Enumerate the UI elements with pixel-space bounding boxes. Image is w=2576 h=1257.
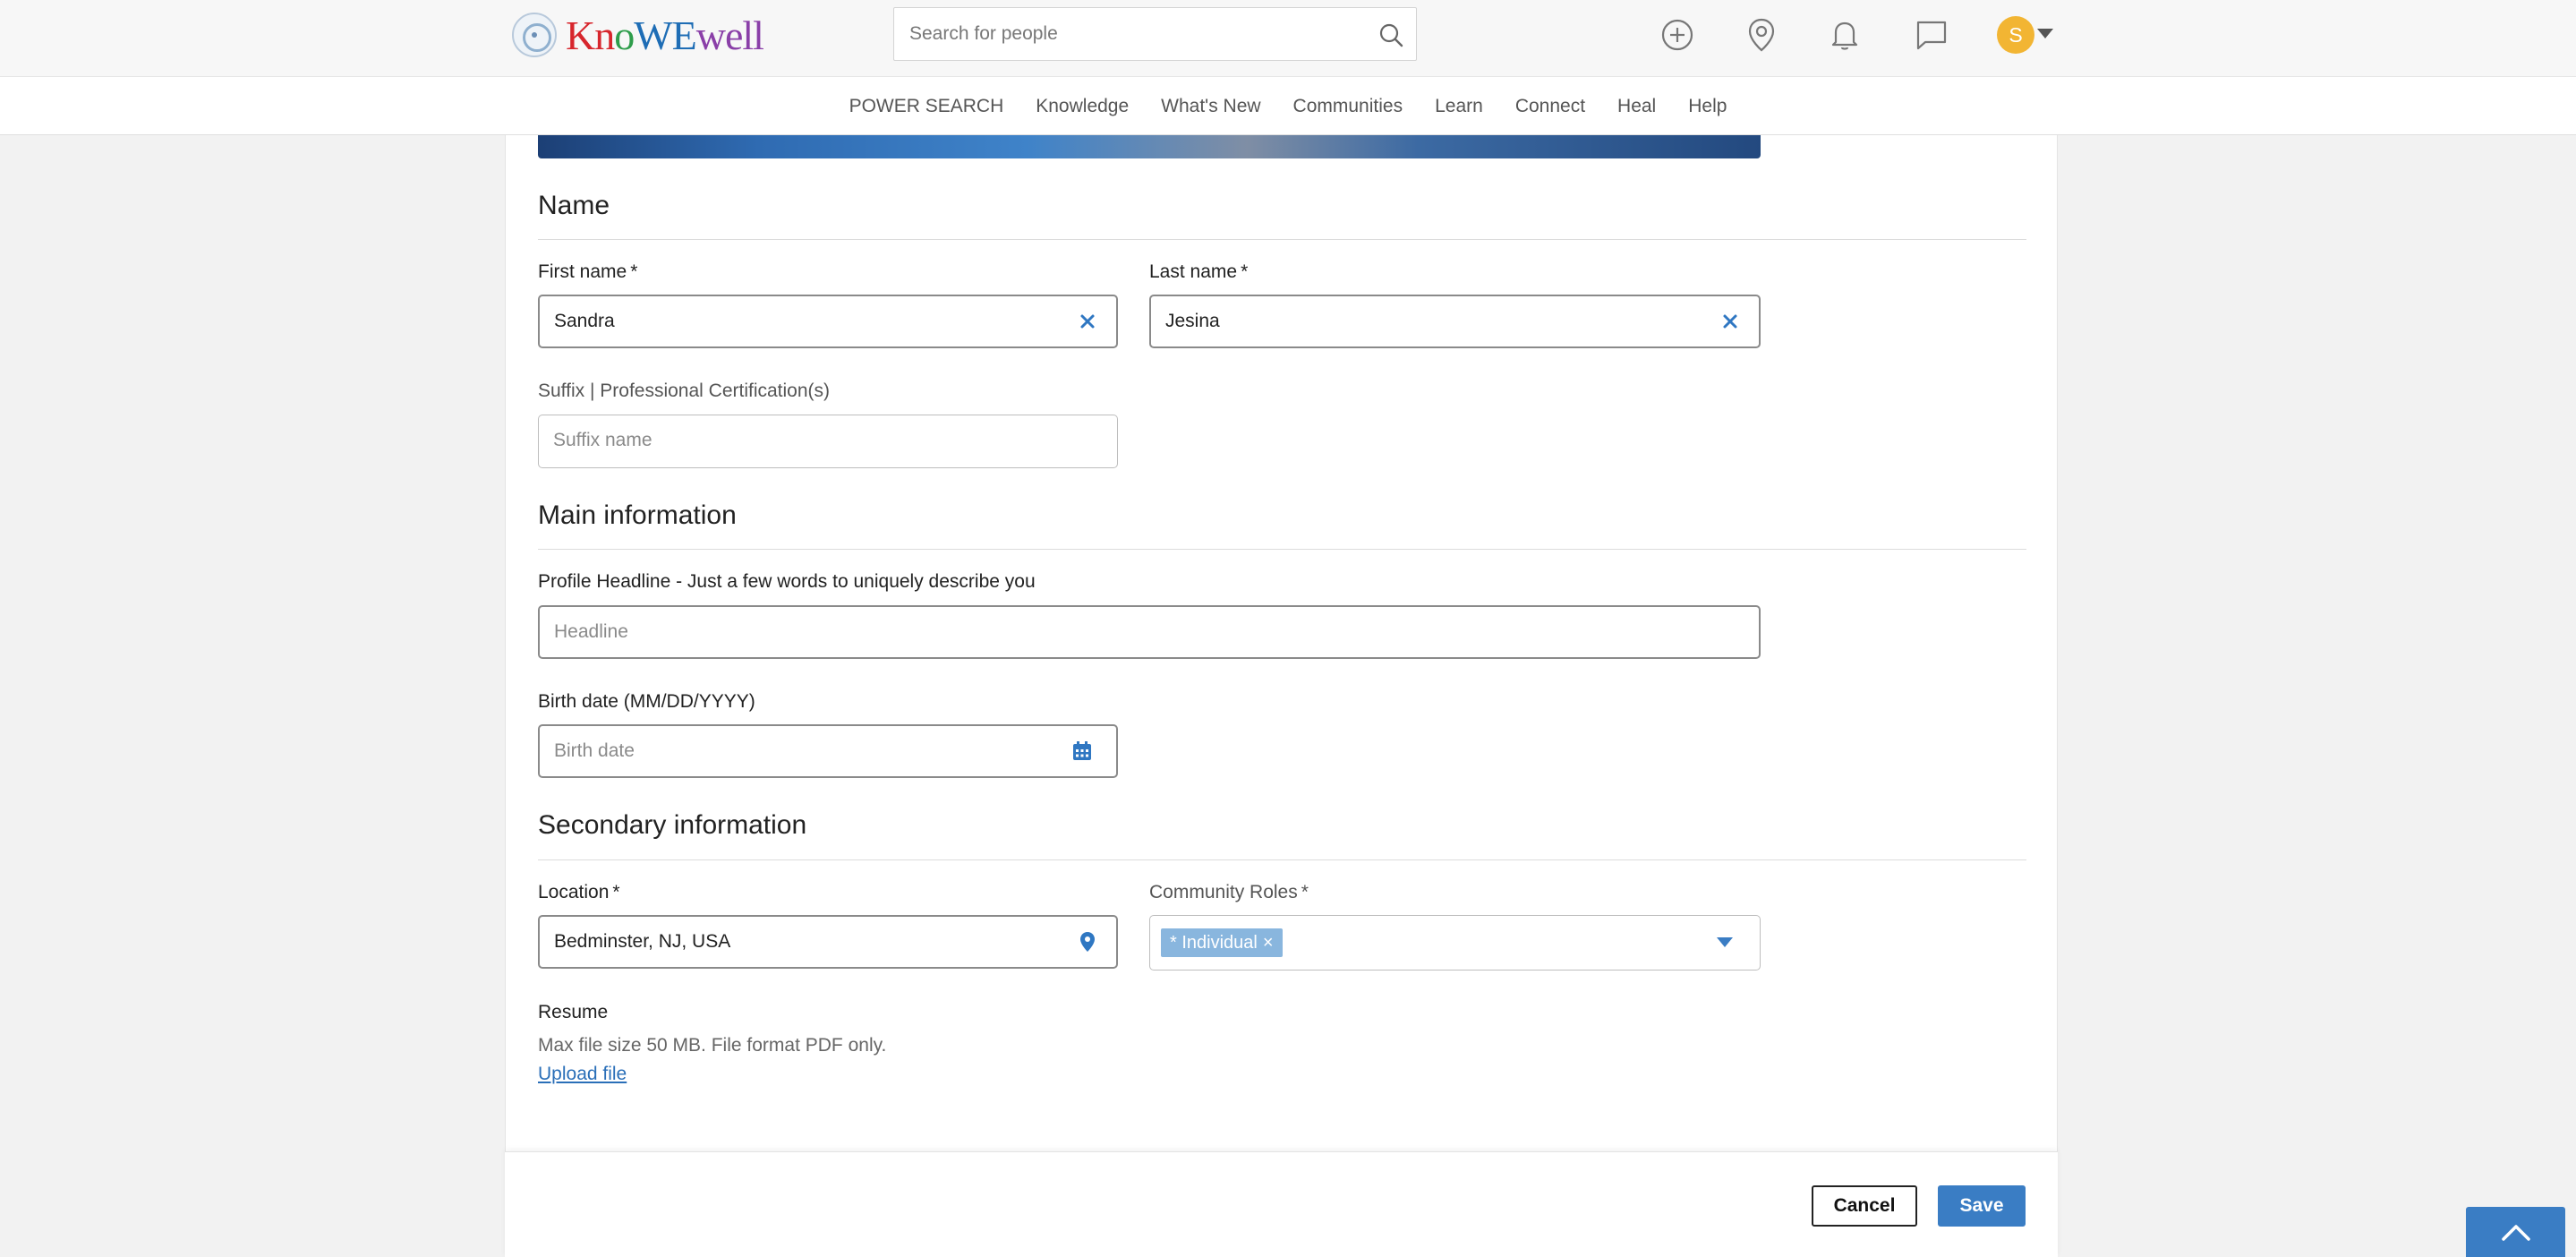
nav-learn[interactable]: Learn	[1435, 96, 1483, 117]
first-name-field	[538, 295, 1118, 348]
last-name-label: Last name *	[1149, 261, 1249, 282]
logo[interactable]: KnoWEwell	[512, 11, 764, 59]
location-pin-icon[interactable]	[1077, 931, 1098, 953]
save-button[interactable]: Save	[1938, 1185, 2026, 1227]
add-icon[interactable]	[1659, 16, 1696, 54]
birth-date-field	[538, 724, 1118, 778]
main-nav: POWER SEARCH Knowledge What's New Commun…	[0, 77, 2576, 136]
people-search	[893, 7, 1417, 61]
nav-whats-new[interactable]: What's New	[1161, 96, 1260, 117]
search-input[interactable]	[894, 8, 1342, 60]
search-icon[interactable]	[1378, 22, 1403, 47]
headline-label: Profile Headline - Just a few words to u…	[538, 571, 1036, 592]
logo-text: KnoWEwell	[566, 12, 764, 58]
scroll-to-top-button[interactable]	[2466, 1207, 2565, 1257]
top-header: KnoWEwell S	[0, 0, 2576, 76]
location-input[interactable]	[540, 917, 1062, 967]
section-title-main-information: Main information	[538, 500, 737, 530]
role-chip-label: * Individual	[1170, 932, 1258, 953]
nav-power-search[interactable]: POWER SEARCH	[849, 96, 1004, 117]
form-footer: Cancel Save	[505, 1151, 2058, 1257]
account-menu-chevron-down-icon[interactable]	[2037, 29, 2053, 38]
messages-icon[interactable]	[1913, 16, 1950, 54]
logo-emblem-icon	[512, 13, 557, 57]
chevron-up-icon	[2502, 1225, 2530, 1241]
notifications-bell-icon[interactable]	[1826, 16, 1864, 54]
nav-heal[interactable]: Heal	[1617, 96, 1656, 117]
chevron-down-icon[interactable]	[1717, 937, 1733, 947]
nav-help[interactable]: Help	[1688, 96, 1727, 117]
divider	[538, 549, 2026, 550]
section-title-name: Name	[538, 191, 610, 220]
remove-role-close-icon[interactable]: ×	[1263, 933, 1274, 953]
nav-communities[interactable]: Communities	[1293, 96, 1403, 117]
birth-date-label: Birth date (MM/DD/YYYY)	[538, 691, 755, 712]
resume-label: Resume	[538, 1002, 609, 1022]
last-name-input[interactable]	[1151, 296, 1705, 346]
divider	[538, 859, 2026, 860]
clear-last-name-close-icon[interactable]	[1719, 311, 1741, 332]
location-pin-icon[interactable]	[1743, 16, 1780, 54]
role-chip-individual: * Individual ×	[1161, 928, 1283, 957]
logo-k: Kn	[566, 12, 615, 58]
nav-connect[interactable]: Connect	[1515, 96, 1585, 117]
location-label: Location *	[538, 882, 620, 902]
suffix-input[interactable]	[539, 415, 1063, 466]
clear-first-name-close-icon[interactable]	[1077, 311, 1098, 332]
profile-edit-form: Name First name* Last name* Suffix | Pro…	[505, 135, 2058, 1151]
birth-date-input[interactable]	[540, 726, 1062, 776]
calendar-icon[interactable]	[1071, 740, 1093, 762]
location-field	[538, 915, 1118, 969]
divider	[538, 239, 2026, 240]
first-name-label: First name *	[538, 261, 638, 282]
upload-file-link[interactable]: Upload file	[538, 1064, 627, 1085]
last-name-field	[1149, 295, 1761, 348]
cancel-button[interactable]: Cancel	[1812, 1185, 1917, 1227]
community-roles-select[interactable]: * Individual ×	[1149, 915, 1761, 971]
headline-input[interactable]	[540, 607, 1703, 657]
main-nav-bar: POWER SEARCH Knowledge What's New Commun…	[0, 76, 2576, 135]
user-avatar[interactable]: S	[1997, 16, 2034, 54]
headline-field	[538, 605, 1761, 659]
resume-hint: Max file size 50 MB. File format PDF onl…	[538, 1035, 887, 1056]
first-name-input[interactable]	[540, 296, 1062, 346]
suffix-field	[538, 415, 1118, 468]
nav-knowledge[interactable]: Knowledge	[1036, 96, 1129, 117]
suffix-label: Suffix | Professional Certification(s)	[538, 381, 831, 401]
section-title-secondary-information: Secondary information	[538, 810, 807, 840]
community-roles-label: Community Roles *	[1149, 882, 1309, 902]
cover-image	[538, 135, 1761, 158]
